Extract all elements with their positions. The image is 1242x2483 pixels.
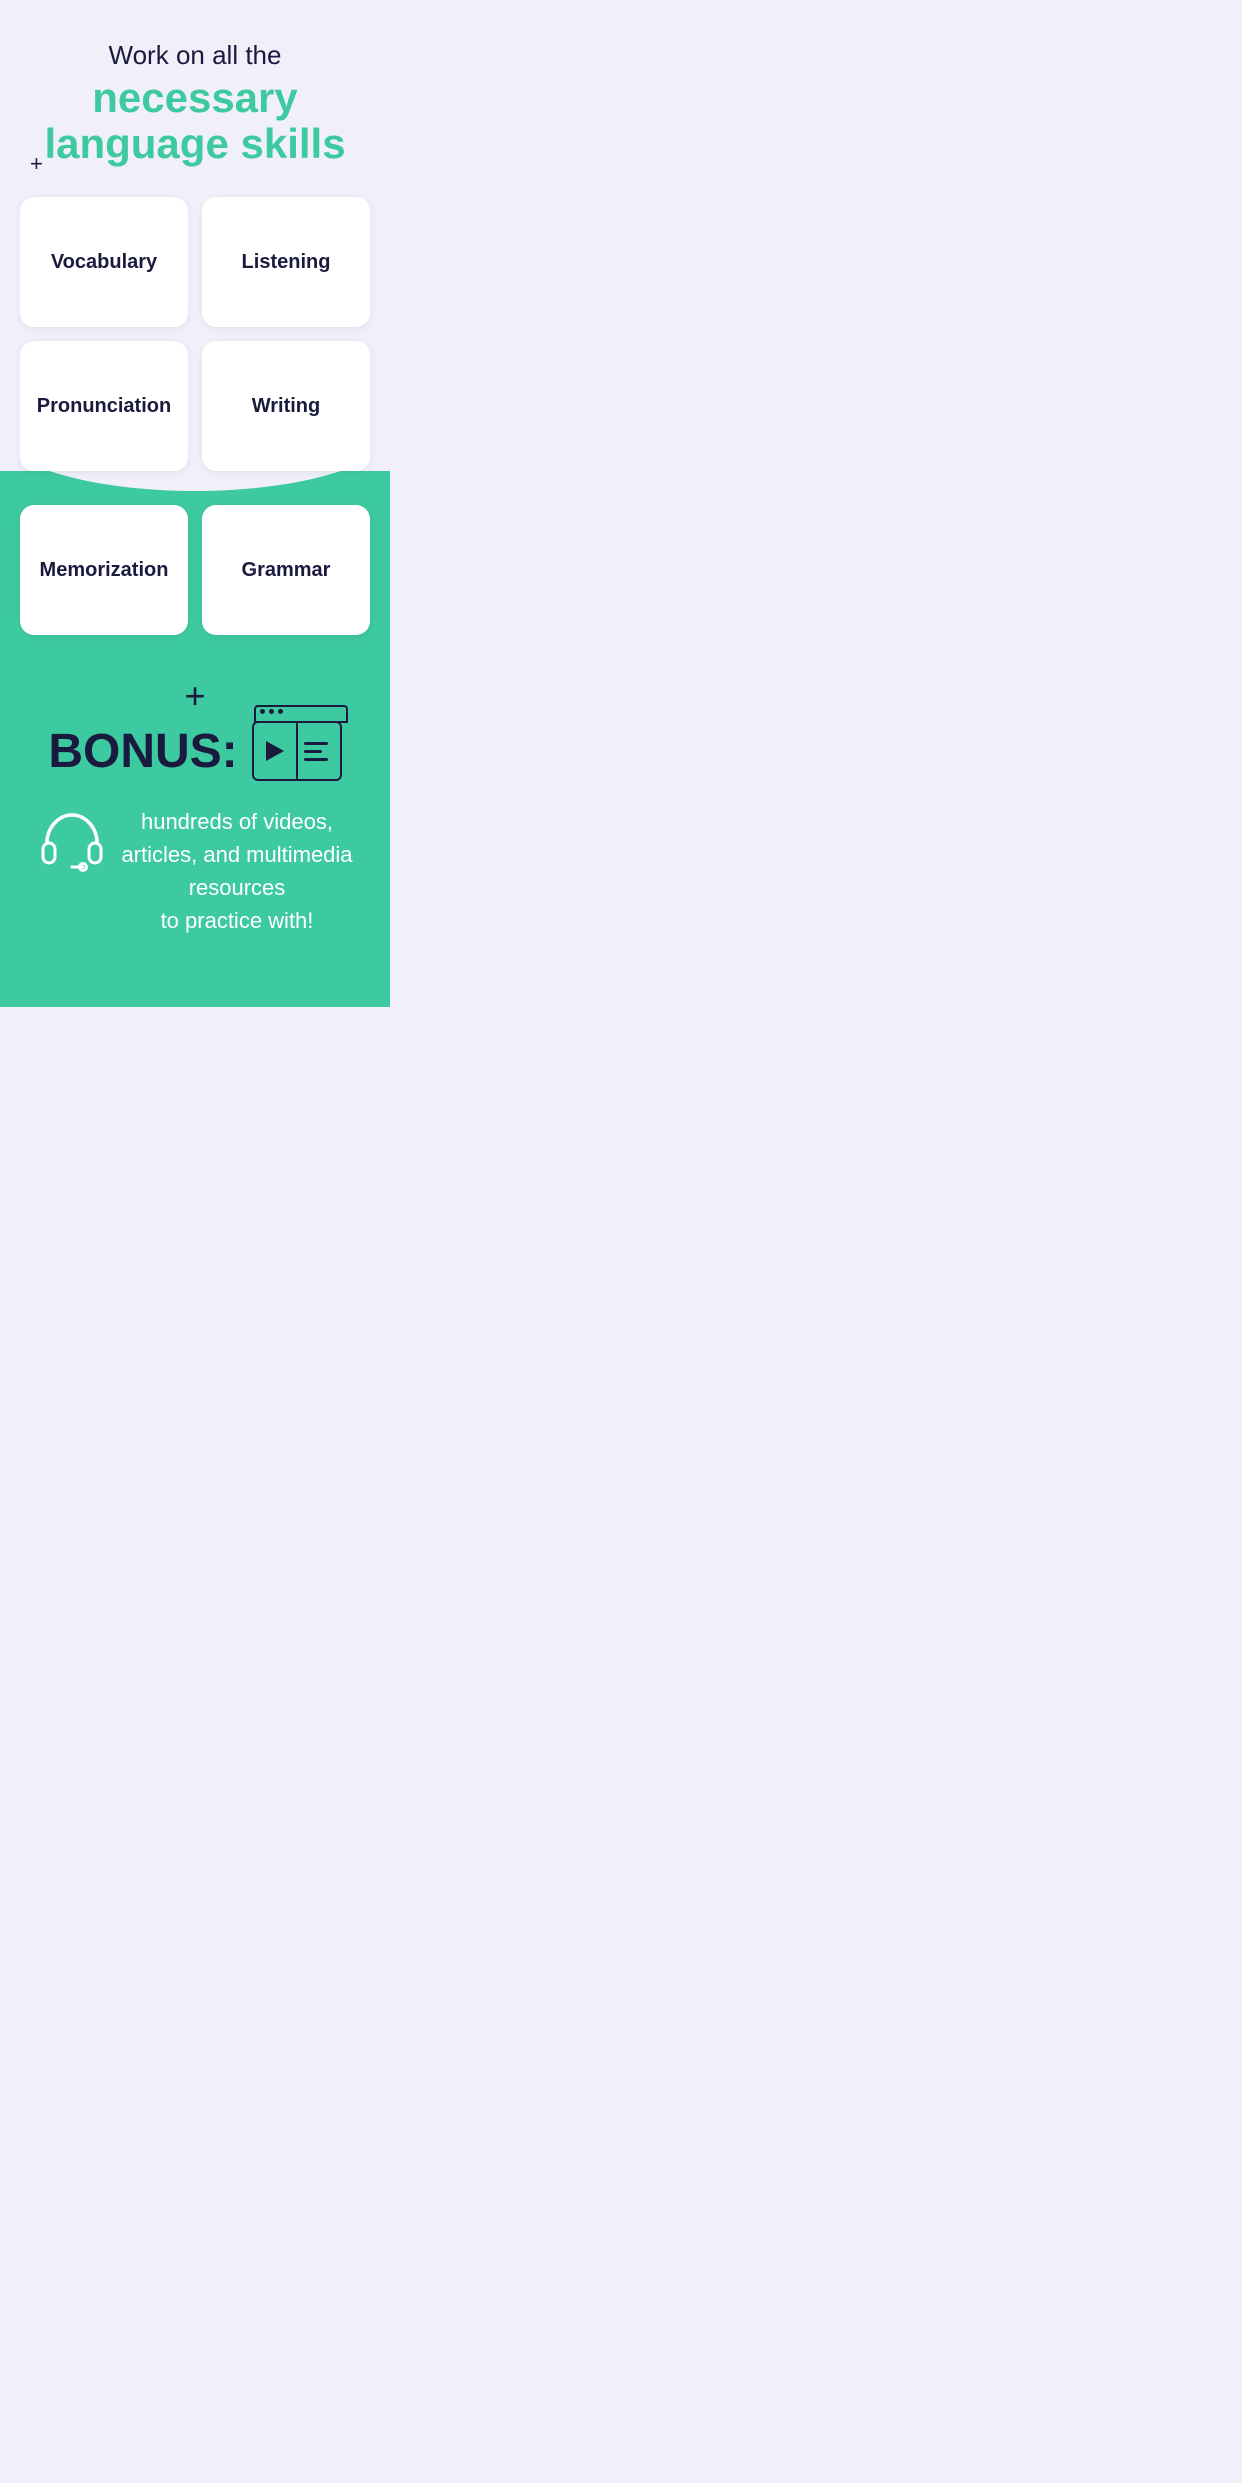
bonus-description: hundreds of videos,articles, and multime… bbox=[121, 805, 352, 937]
dot-2 bbox=[269, 709, 274, 714]
skill-card-memorization[interactable]: Memorization bbox=[20, 505, 188, 635]
bonus-section: + BONUS: bbox=[0, 635, 390, 967]
dot-1 bbox=[260, 709, 265, 714]
headphone-icon bbox=[37, 805, 107, 875]
plus-decoration: + bbox=[30, 151, 43, 177]
title-line1: necessary bbox=[92, 74, 298, 121]
skill-label-vocabulary: Vocabulary bbox=[41, 251, 167, 274]
video-play-area bbox=[254, 723, 298, 779]
video-icon bbox=[252, 721, 342, 781]
subtitle: Work on all the bbox=[30, 40, 360, 71]
skill-card-writing[interactable]: Writing bbox=[202, 341, 370, 471]
cards-grid-top: Vocabulary Listening Pronunciation Writi… bbox=[20, 197, 370, 471]
video-lines-area bbox=[298, 723, 340, 779]
video-inner bbox=[254, 723, 340, 779]
dot-3 bbox=[278, 709, 283, 714]
skill-card-pronunciation[interactable]: Pronunciation bbox=[20, 341, 188, 471]
skill-label-writing: Writing bbox=[242, 395, 331, 418]
skill-label-listening: Listening bbox=[232, 251, 341, 274]
video-line-2 bbox=[304, 750, 322, 753]
video-dots bbox=[260, 709, 283, 714]
skill-label-grammar: Grammar bbox=[232, 559, 341, 582]
skill-label-memorization: Memorization bbox=[30, 559, 179, 582]
play-triangle-icon bbox=[266, 741, 284, 761]
video-line-1 bbox=[304, 742, 328, 745]
title-highlight: necessary language skills bbox=[30, 75, 360, 167]
skill-card-grammar[interactable]: Grammar bbox=[202, 505, 370, 635]
video-line-3 bbox=[304, 758, 328, 761]
title-line2: language skills bbox=[44, 120, 345, 167]
green-section: Memorization Grammar + BONUS: bbox=[0, 411, 390, 1007]
top-section: Work on all the necessary language skill… bbox=[0, 0, 390, 187]
page-wrapper: Work on all the necessary language skill… bbox=[0, 0, 390, 1007]
bonus-label: BONUS: bbox=[48, 724, 237, 779]
skill-card-listening[interactable]: Listening bbox=[202, 197, 370, 327]
skill-card-vocabulary[interactable]: Vocabulary bbox=[20, 197, 188, 327]
cards-grid-bottom: Memorization Grammar bbox=[0, 505, 390, 635]
bonus-row: BONUS: bbox=[20, 721, 370, 781]
skill-label-pronunciation: Pronunciation bbox=[27, 395, 181, 418]
bottom-row: hundreds of videos,articles, and multime… bbox=[20, 805, 370, 937]
cards-section: Vocabulary Listening Pronunciation Writi… bbox=[0, 187, 390, 471]
